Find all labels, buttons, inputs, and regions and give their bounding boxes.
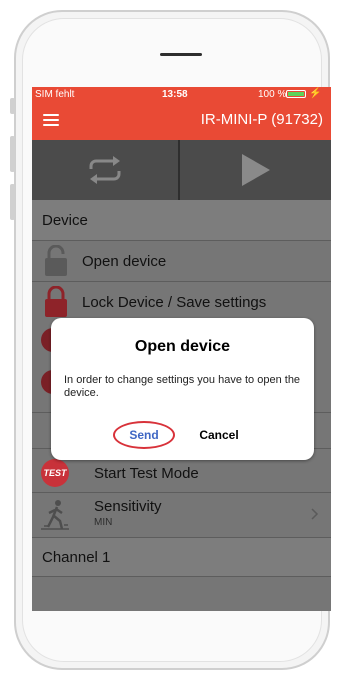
- action-toolbar: [32, 140, 331, 200]
- repeat-button[interactable]: [32, 140, 178, 200]
- locked-padlock-icon: [45, 286, 67, 317]
- test-badge-icon: TEST: [41, 459, 69, 487]
- carrier-text: SIM fehlt: [35, 89, 75, 100]
- phone-mute-switch: [10, 98, 15, 114]
- sensitivity-value: MIN: [94, 517, 113, 528]
- battery-full-icon: [286, 90, 306, 98]
- section-title: Channel 1: [42, 549, 111, 566]
- repeat-icon: [89, 156, 121, 184]
- play-button[interactable]: [180, 140, 331, 200]
- list-item-label: Sensitivity: [94, 498, 162, 515]
- send-button[interactable]: Send: [113, 421, 175, 449]
- dialog-title: Open device: [134, 338, 231, 355]
- battery-percent-text: 100 %: [258, 89, 287, 100]
- section-header-device: Device: [32, 200, 331, 240]
- phone-speaker: [160, 53, 202, 56]
- status-bar: SIM fehlt 13:58 100 % ⚡: [32, 87, 331, 101]
- hamburger-menu-icon[interactable]: [43, 114, 59, 126]
- section-title: Device: [42, 212, 88, 229]
- phone-volume-up-button: [10, 136, 15, 172]
- list-item-label: Lock Device / Save settings: [82, 294, 267, 311]
- dialog-message: In order to change settings you have to …: [64, 374, 301, 399]
- unlocked-padlock-icon: [45, 245, 67, 276]
- app-header: IR-MINI-P (91732): [32, 101, 331, 140]
- list-item-label: Open device: [82, 253, 167, 270]
- play-icon: [241, 154, 270, 186]
- list-item-open-device[interactable]: Open device: [32, 241, 331, 281]
- list-item-label: Start Test Mode: [94, 465, 199, 482]
- list-item-sensitivity[interactable]: Sensitivity MIN: [32, 493, 331, 537]
- section-header-channel-1: Channel 1: [32, 538, 331, 576]
- walking-person-icon: [41, 500, 69, 530]
- device-name-title: IR-MINI-P (91732): [200, 111, 323, 128]
- list-item-lock-device[interactable]: Lock Device / Save settings: [32, 282, 331, 322]
- chevron-right-icon: [311, 508, 319, 520]
- bolt-icon: ⚡: [309, 88, 322, 99]
- open-device-dialog: Open device In order to change settings …: [51, 318, 314, 460]
- phone-volume-down-button: [10, 184, 15, 220]
- clock-text: 13:58: [162, 89, 188, 100]
- divider: [32, 576, 331, 577]
- cancel-button[interactable]: Cancel: [189, 421, 249, 449]
